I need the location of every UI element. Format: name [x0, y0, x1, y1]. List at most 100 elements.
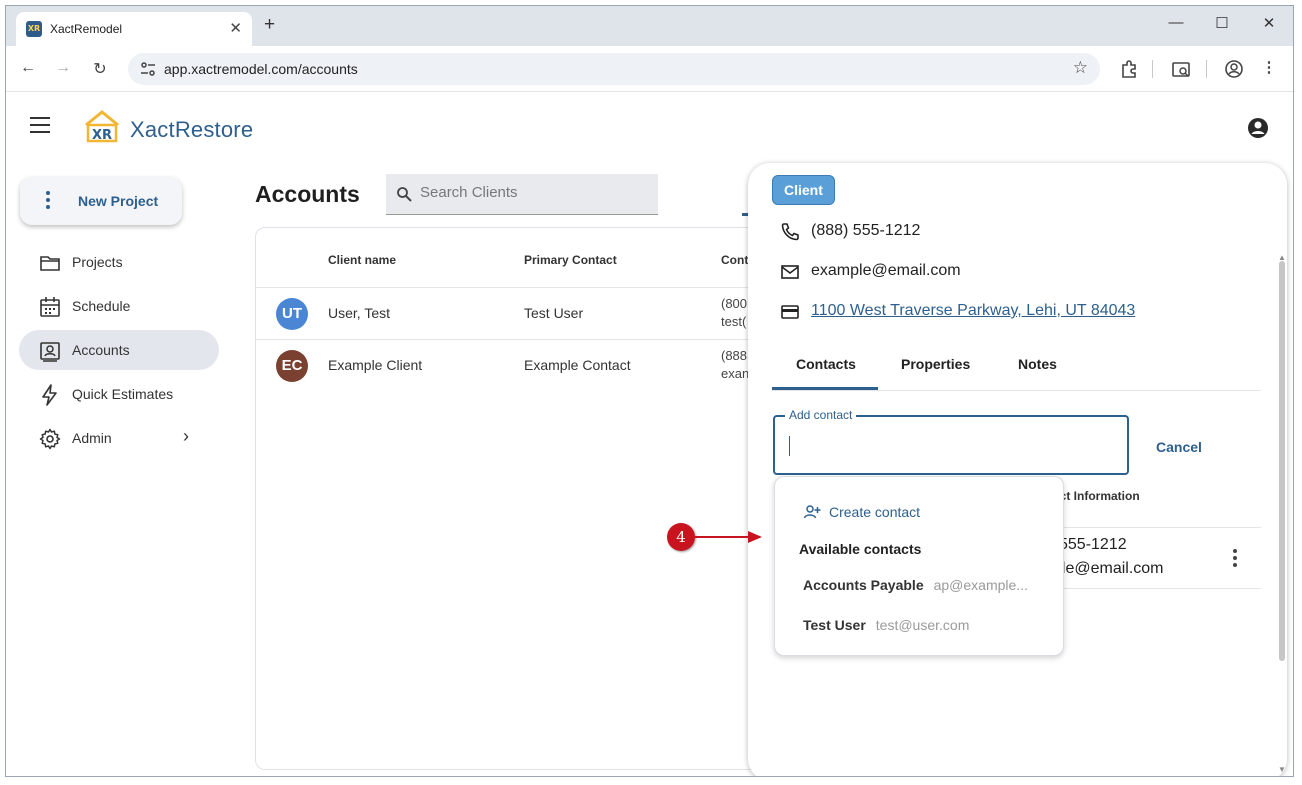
sidebar-item-projects[interactable]: Projects	[19, 242, 219, 282]
contact-info-line: test(	[721, 314, 747, 329]
tab-contacts[interactable]: Contacts	[796, 356, 856, 372]
browser-tab[interactable]: XR XactRemodel ✕	[16, 12, 252, 46]
maximize-icon[interactable]: ☐	[1212, 14, 1232, 32]
gear-icon	[39, 428, 61, 450]
contact-dropdown: Create contact Available contacts Accoun…	[774, 476, 1064, 656]
kebab-icon	[46, 191, 50, 212]
account-circle-icon[interactable]	[1247, 117, 1269, 139]
search-field[interactable]	[386, 174, 658, 215]
extensions-icon[interactable]	[1118, 58, 1140, 80]
contact-info-line: (888	[721, 348, 748, 363]
bolt-icon	[42, 384, 57, 406]
forward-icon[interactable]: →	[53, 59, 73, 77]
add-contact-label: Add contact	[785, 408, 857, 422]
close-tab-icon[interactable]: ✕	[229, 19, 242, 37]
contact-option-name: Test User	[803, 617, 866, 633]
primary-contact: Test User	[524, 305, 584, 321]
email-address: example@email.com	[811, 262, 961, 279]
sidebar-item-admin[interactable]: Admin ›	[19, 418, 219, 458]
available-contacts-heading: Available contacts	[799, 541, 922, 557]
avatar: UT	[276, 298, 308, 330]
contact-phone: 555-1212	[1059, 536, 1127, 553]
text-caret	[789, 436, 790, 456]
row-divider	[1053, 527, 1261, 528]
contact-option[interactable]: Accounts Payable ap@example...	[803, 577, 1028, 597]
accounts-icon	[40, 342, 60, 362]
chrome-menu-icon[interactable]: ⋮	[1258, 58, 1280, 80]
client-name: Example Client	[328, 357, 423, 373]
scroll-down-icon[interactable]: ▼	[1278, 765, 1286, 774]
more-options-icon[interactable]	[1233, 549, 1237, 570]
favicon-icon: XR	[26, 21, 42, 37]
table-row[interactable]: EC Example Client Example Contact (888 e…	[256, 339, 774, 391]
window-close-icon[interactable]: ✕	[1259, 14, 1279, 32]
row-divider	[1053, 588, 1261, 589]
search-icon	[397, 187, 412, 202]
client-chip: Client	[772, 175, 835, 205]
xactrestore-logo: XR	[85, 110, 119, 143]
cancel-button[interactable]: Cancel	[1156, 439, 1202, 455]
step-callout-badge: 4	[667, 523, 695, 551]
toolbar: ← → ↻ app.xactremodel.com/accounts ☆ ⋮	[6, 46, 1293, 92]
contact-option[interactable]: Test User test@user.com	[803, 617, 969, 637]
calendar-icon	[40, 297, 60, 317]
client-detail-panel: Client (888) 555-1212 example@email.com	[748, 163, 1287, 776]
new-project-label: New Project	[78, 193, 159, 209]
folder-icon	[40, 256, 60, 271]
url-text: app.xactremodel.com/accounts	[164, 61, 358, 77]
add-contact-field[interactable]: Add contact	[773, 408, 1129, 475]
contact-info-header: act Information	[1053, 489, 1140, 503]
app-area: XR XactRestore New Project Projects Sche…	[6, 93, 1293, 776]
menu-icon[interactable]	[30, 117, 50, 133]
chevron-right-icon: ›	[183, 426, 189, 446]
search-input[interactable]	[420, 184, 640, 201]
address-link[interactable]: 1100 West Traverse Parkway, Lehi, UT 840…	[811, 302, 1135, 320]
callout-arrow-line	[695, 536, 749, 538]
new-project-button[interactable]: New Project	[20, 177, 182, 225]
contact-option-email: ap@example...	[933, 577, 1028, 593]
sidebar-item-quick-estimates[interactable]: Quick Estimates	[19, 374, 219, 414]
scrollbar[interactable]	[1279, 261, 1285, 661]
column-header[interactable]: Primary Contact	[524, 253, 617, 267]
tab-properties[interactable]: Properties	[901, 356, 970, 372]
search-tabs-icon[interactable]	[1170, 58, 1192, 80]
sidebar-item-accounts[interactable]: Accounts	[19, 330, 219, 370]
sidebar-item-label: Admin	[72, 430, 112, 446]
bookmark-star-icon[interactable]: ☆	[1073, 58, 1088, 78]
contact-option-email: test@user.com	[875, 617, 970, 633]
table-row[interactable]: UT User, Test Test User (800 test(	[256, 287, 774, 339]
new-tab-icon[interactable]: +	[264, 14, 275, 36]
avatar: EC	[276, 350, 308, 382]
create-contact-label: Create contact	[829, 504, 921, 520]
site-settings-icon[interactable]	[140, 61, 156, 77]
reload-icon[interactable]: ↻	[90, 59, 110, 79]
phone-icon	[781, 223, 799, 241]
clients-table: Client name Primary Contact Cont UT User…	[255, 227, 775, 770]
sidebar-item-schedule[interactable]: Schedule	[19, 286, 219, 326]
client-name: User, Test	[328, 305, 390, 321]
address-bar[interactable]: app.xactremodel.com/accounts ☆	[128, 53, 1100, 85]
card-icon	[781, 305, 799, 319]
primary-contact: Example Contact	[524, 357, 631, 373]
contact-email: ple@email.com	[1053, 560, 1164, 577]
tab-notes[interactable]: Notes	[1018, 356, 1057, 372]
phone-number: (888) 555-1212	[811, 222, 921, 239]
column-header[interactable]: Client name	[328, 253, 396, 267]
back-icon[interactable]: ←	[18, 59, 38, 77]
contact-info-line: exan	[721, 366, 750, 381]
sidebar-item-label: Accounts	[72, 342, 130, 358]
contact-info-line: (800	[721, 296, 748, 311]
add-person-icon	[803, 505, 821, 519]
brand-name: XactRestore	[130, 117, 254, 142]
tab-bar: XR XactRemodel ✕ + — ☐ ✕	[6, 6, 1293, 46]
column-header[interactable]: Cont	[721, 253, 748, 267]
page-title: Accounts	[255, 181, 360, 207]
minimize-icon[interactable]: —	[1166, 14, 1186, 31]
toolbar-separator	[1152, 60, 1153, 78]
profile-icon[interactable]	[1223, 58, 1245, 80]
sidebar-item-label: Quick Estimates	[72, 386, 174, 402]
email-icon	[781, 265, 799, 279]
contact-option-name: Accounts Payable	[803, 577, 924, 593]
tab-title: XactRemodel	[50, 22, 123, 36]
tab-divider	[772, 390, 1261, 391]
